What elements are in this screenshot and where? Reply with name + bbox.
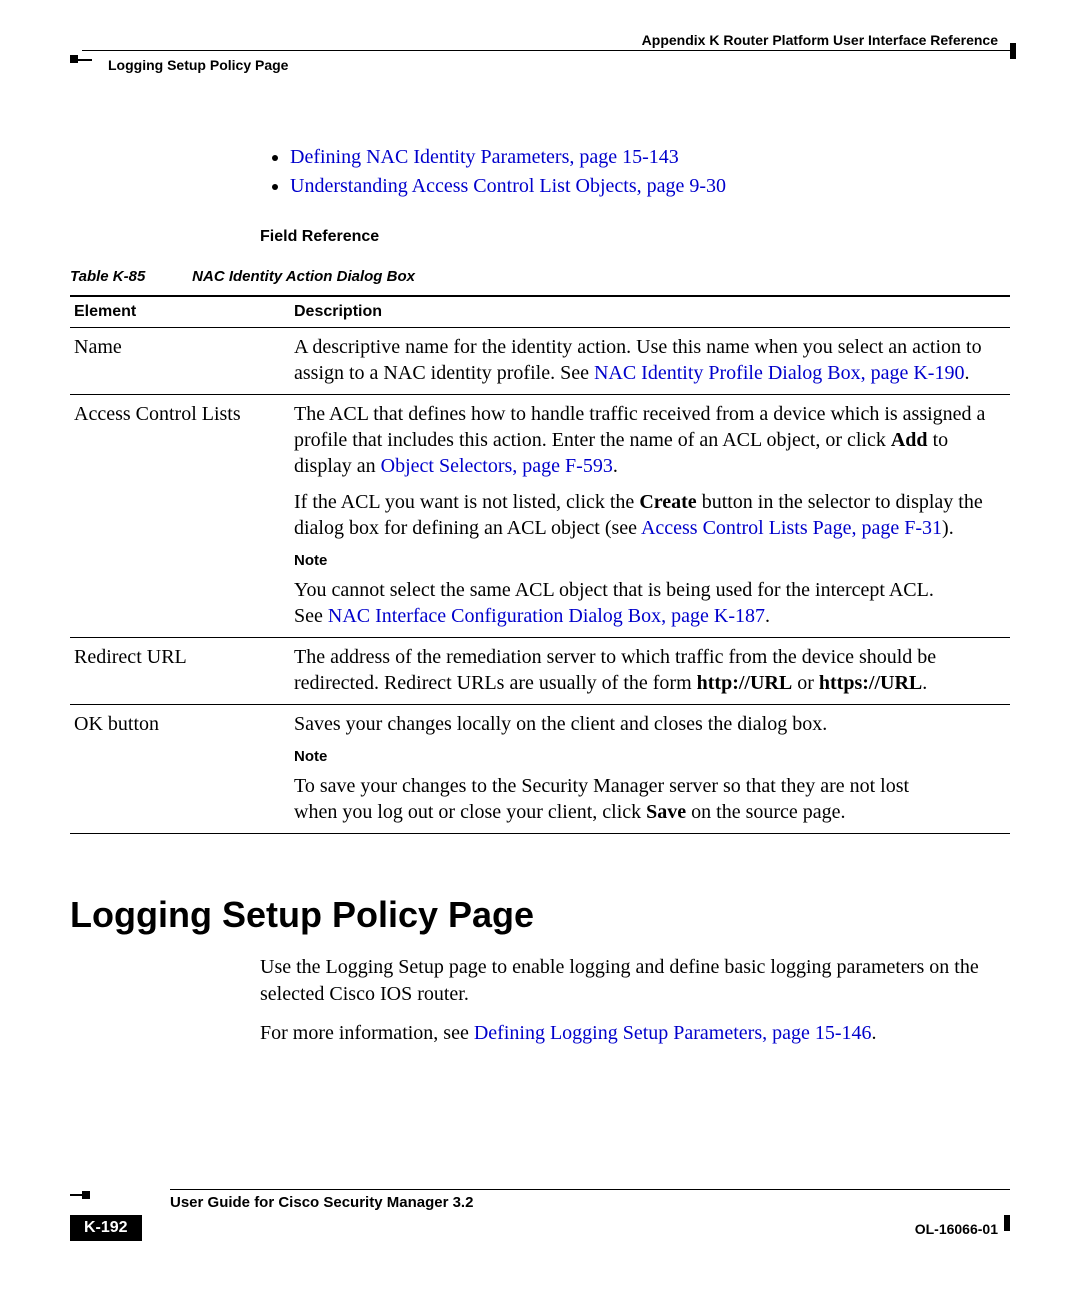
cell-description: A descriptive name for the identity acti… — [290, 328, 1010, 395]
link-nac-identity-profile-dialog[interactable]: NAC Identity Profile Dialog Box, page K-… — [594, 362, 965, 384]
footer-rule — [170, 1189, 1010, 1190]
text: . — [872, 1022, 877, 1044]
text: on the source page. — [686, 801, 845, 823]
link-defining-nac-identity[interactable]: Defining NAC Identity Parameters, page 1… — [290, 146, 679, 168]
section-heading: Logging Setup Policy Page — [70, 894, 1010, 936]
field-reference-heading: Field Reference — [260, 228, 1010, 246]
text-bold: Save — [646, 801, 686, 823]
note-block: Note To save your changes to the Securit… — [294, 747, 1006, 825]
footer-guide-title: User Guide for Cisco Security Manager 3.… — [170, 1194, 1010, 1211]
cell-description: The ACL that defines how to handle traff… — [290, 395, 1010, 638]
col-header-element: Element — [70, 296, 290, 328]
text-bold: Create — [639, 491, 696, 513]
text: For more information, see — [260, 1022, 474, 1044]
cell-description: Saves your changes locally on the client… — [290, 705, 1010, 834]
paragraph: Use the Logging Setup page to enable log… — [260, 954, 1010, 1008]
text: If the ACL you want is not listed, click… — [294, 491, 639, 513]
text: ). — [942, 517, 954, 539]
related-links-list: Defining NAC Identity Parameters, page 1… — [290, 146, 1010, 198]
link-object-selectors[interactable]: Object Selectors, page F-593 — [381, 455, 613, 477]
note-body: To save your changes to the Security Man… — [294, 773, 948, 825]
paragraph: The ACL that defines how to handle traff… — [294, 401, 1006, 479]
text-bold: https://URL — [819, 672, 922, 694]
paragraph: For more information, see Defining Loggi… — [260, 1020, 1010, 1047]
note-label: Note — [294, 747, 348, 767]
table-caption: Table K-85 NAC Identity Action Dialog Bo… — [70, 268, 1010, 285]
text: or — [792, 672, 819, 694]
footer-rule-end — [1004, 1215, 1010, 1231]
note-label: Note — [294, 551, 348, 571]
link-acl-page[interactable]: Access Control Lists Page, page F-31 — [641, 517, 942, 539]
text: . — [964, 362, 969, 384]
cell-element: Access Control Lists — [70, 395, 290, 638]
page-number-badge: K-192 — [70, 1215, 142, 1241]
running-header-left: Logging Setup Policy Page — [108, 57, 288, 73]
reference-table: Element Description Name A descriptive n… — [70, 295, 1010, 834]
paragraph: If the ACL you want is not listed, click… — [294, 489, 1006, 541]
table-row: Access Control Lists The ACL that define… — [70, 395, 1010, 638]
paragraph: Saves your changes locally on the client… — [294, 711, 1006, 737]
document-id: OL-16066-01 — [915, 1221, 998, 1237]
list-item: Defining NAC Identity Parameters, page 1… — [290, 146, 1010, 169]
list-item: Understanding Access Control List Object… — [290, 175, 1010, 198]
cell-element: Name — [70, 328, 290, 395]
table-row: Name A descriptive name for the identity… — [70, 328, 1010, 395]
text-bold: http://URL — [697, 672, 793, 694]
text: . — [765, 605, 770, 627]
table-title: NAC Identity Action Dialog Box — [192, 268, 415, 285]
note-body: You cannot select the same ACL object th… — [294, 577, 948, 629]
text: The ACL that defines how to handle traff… — [294, 403, 985, 451]
table-row: OK button Saves your changes locally on … — [70, 705, 1010, 834]
link-understanding-acl-objects[interactable]: Understanding Access Control List Object… — [290, 175, 726, 197]
col-header-description: Description — [290, 296, 1010, 328]
cell-description: The address of the remediation server to… — [290, 638, 1010, 705]
header-rule — [82, 50, 1010, 51]
note-block: Note You cannot select the same ACL obje… — [294, 551, 1006, 629]
cell-element: Redirect URL — [70, 638, 290, 705]
link-nac-interface-config-dialog[interactable]: NAC Interface Configuration Dialog Box, … — [328, 605, 765, 627]
header-rule-marker — [70, 55, 92, 73]
text: . — [922, 672, 927, 694]
text-bold: Add — [891, 429, 928, 451]
table-row: Redirect URL The address of the remediat… — [70, 638, 1010, 705]
link-defining-logging-setup[interactable]: Defining Logging Setup Parameters, page … — [474, 1022, 872, 1044]
running-header-right: Appendix K Router Platform User Interfac… — [642, 32, 998, 48]
table-number: Table K-85 — [70, 268, 188, 285]
text: . — [613, 455, 618, 477]
cell-element: OK button — [70, 705, 290, 834]
